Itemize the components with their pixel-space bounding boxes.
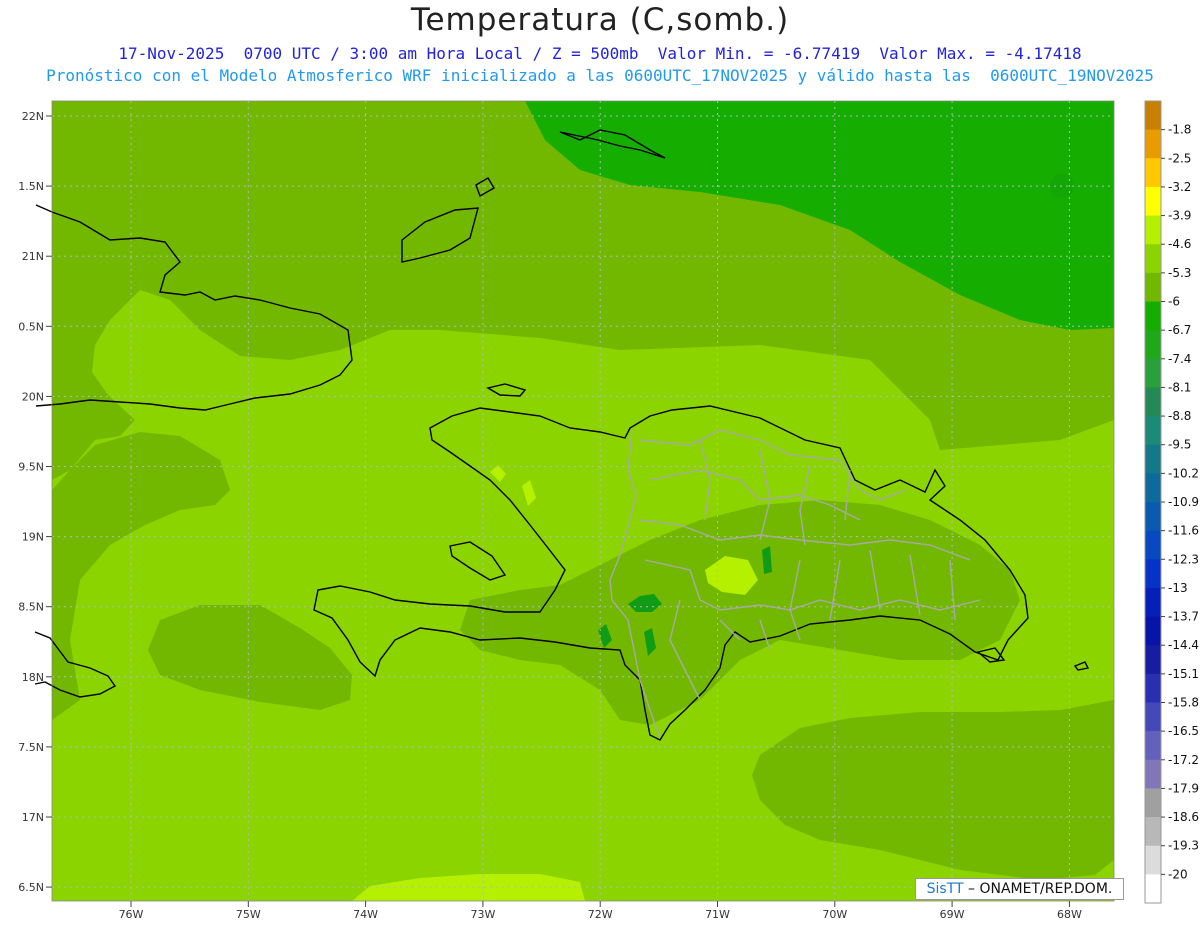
colorbar-swatch [1145, 473, 1161, 503]
lon-tick-label: 75W [236, 908, 261, 921]
colorbar-swatch [1145, 502, 1161, 532]
longitude-axis: 76W 75W 74W 73W 72W 71W 70W 69W 68W [119, 901, 1082, 921]
colorbar-swatch [1145, 673, 1161, 703]
lat-tick-label: 19N [22, 531, 44, 544]
colorbar-label: -4.6 [1168, 237, 1191, 251]
colorbar-label: -13.7 [1168, 610, 1199, 624]
lon-tick-label: 72W [588, 908, 613, 921]
colorbar-swatch [1145, 101, 1161, 131]
lon-tick-label: 71W [705, 908, 730, 921]
colorbar-label: -11.6 [1168, 524, 1199, 538]
lat-tick-label: 21N [22, 250, 44, 263]
colorbar-swatch [1145, 645, 1161, 675]
colorbar-label: -6 [1168, 295, 1180, 309]
lat-tick-label: 22N [22, 110, 44, 123]
colorbar-swatch [1145, 616, 1161, 646]
lat-tick-label: 0.5N [18, 320, 44, 333]
colorbar-label: -20 [1168, 867, 1188, 881]
colorbar: -1.8 -2.5 -3.2 -3.9 -4.6 -5.3 -6 -6.7 -7.4 -8.1 -8… [1144, 100, 1199, 904]
colorbar-label: -6.7 [1168, 323, 1191, 337]
colorbar-swatch [1145, 272, 1161, 302]
lat-tick-label: 7.5N [18, 741, 44, 754]
colorbar-swatch [1145, 874, 1161, 904]
colorbar-label: -13 [1168, 581, 1188, 595]
colorbar-swatch [1145, 358, 1161, 388]
colorbar-swatch [1145, 301, 1161, 331]
colorbar-swatch [1145, 587, 1161, 618]
colorbar-label: -10.9 [1168, 495, 1199, 509]
lat-tick-label: 6.5N [18, 881, 44, 894]
colorbar-label: -8.8 [1168, 409, 1191, 423]
lat-tick-label: 20N [22, 390, 44, 403]
colorbar-swatch [1145, 817, 1161, 847]
colorbar-label: -16.5 [1168, 724, 1199, 738]
colorbar-swatch [1145, 759, 1161, 789]
lat-tick-label: 1.5N [18, 180, 44, 193]
colorbar-swatch [1145, 788, 1161, 818]
credit-brand: SisTT [926, 881, 964, 897]
colorbar-swatch [1145, 330, 1161, 360]
credit-box: SisTT – ONAMET/REP.DOM. [915, 878, 1124, 900]
lat-tick-label: 18N [22, 671, 44, 684]
colorbar-label: -12.3 [1168, 552, 1199, 566]
colorbar-swatch [1145, 530, 1161, 560]
colorbar-label: -19.3 [1168, 839, 1199, 853]
map-canvas: 22N 1.5N 21N 0.5N 20N 9.5N 19N 8.5N 18N 7.5N 17N 6.… [18, 100, 1199, 921]
colorbar-label: -7.4 [1168, 352, 1191, 366]
colorbar-label: -17.9 [1168, 781, 1199, 795]
colorbar-swatch [1145, 416, 1161, 446]
colorbar-label: -5.3 [1168, 266, 1191, 280]
credit-text: – ONAMET/REP.DOM. [968, 881, 1113, 897]
colorbar-swatch [1145, 215, 1161, 245]
lat-tick-label: 9.5N [18, 461, 44, 474]
colorbar-swatch [1145, 444, 1161, 474]
colorbar-swatch [1145, 129, 1161, 159]
colorbar-label: -10.2 [1168, 466, 1199, 480]
lon-tick-label: 68W [1057, 908, 1082, 921]
colorbar-label: -18.6 [1168, 810, 1199, 824]
colorbar-swatch [1145, 186, 1161, 217]
colorbar-label: -3.2 [1168, 180, 1191, 194]
colorbar-label: -1.8 [1168, 123, 1191, 137]
lon-tick-label: 76W [119, 908, 144, 921]
colorbar-label: -8.1 [1168, 380, 1191, 394]
colorbar-swatch [1145, 387, 1161, 417]
latitude-axis: 22N 1.5N 21N 0.5N 20N 9.5N 19N 8.5N 18N 7.5N 17N 6.… [18, 110, 52, 894]
colorbar-swatch [1145, 158, 1161, 188]
colorbar-swatch [1145, 702, 1161, 732]
lon-tick-label: 74W [353, 908, 378, 921]
lon-tick-label: 73W [470, 908, 495, 921]
colorbar-swatch [1145, 244, 1161, 274]
colorbar-label: -15.1 [1168, 667, 1199, 681]
colorbar-label: -17.2 [1168, 753, 1199, 767]
colorbar-swatch [1145, 731, 1161, 761]
colorbar-swatch [1145, 559, 1161, 589]
lon-tick-label: 70W [822, 908, 847, 921]
colorbar-label: -2.5 [1168, 151, 1191, 165]
colorbar-label: -9.5 [1168, 438, 1191, 452]
colorbar-label: -15.8 [1168, 696, 1199, 710]
plot-area [34, 101, 1114, 901]
lat-tick-label: 17N [22, 811, 44, 824]
colorbar-label: -14.4 [1168, 638, 1199, 652]
lat-tick-label: 8.5N [18, 601, 44, 614]
colorbar-label: -3.9 [1168, 209, 1191, 223]
lon-tick-label: 69W [940, 908, 965, 921]
colorbar-swatch [1145, 845, 1161, 875]
